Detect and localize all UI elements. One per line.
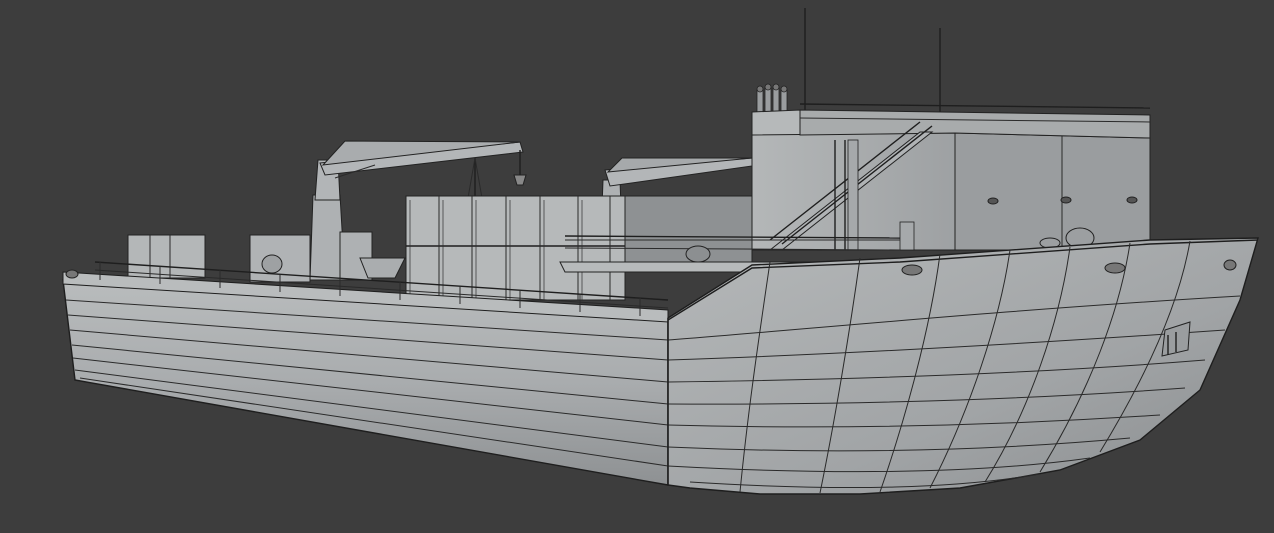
exhaust-stacks [756, 83, 788, 113]
3d-viewport[interactable] [0, 0, 1274, 533]
fairlead-1 [901, 264, 923, 276]
superstructure [751, 103, 1151, 251]
mast-antennas [756, 8, 941, 113]
ship-render [62, 8, 1259, 495]
hull [62, 237, 1259, 495]
fairlead-3 [1223, 259, 1237, 271]
fairlead-2 [1104, 262, 1126, 274]
fairlead-stern [65, 269, 79, 279]
